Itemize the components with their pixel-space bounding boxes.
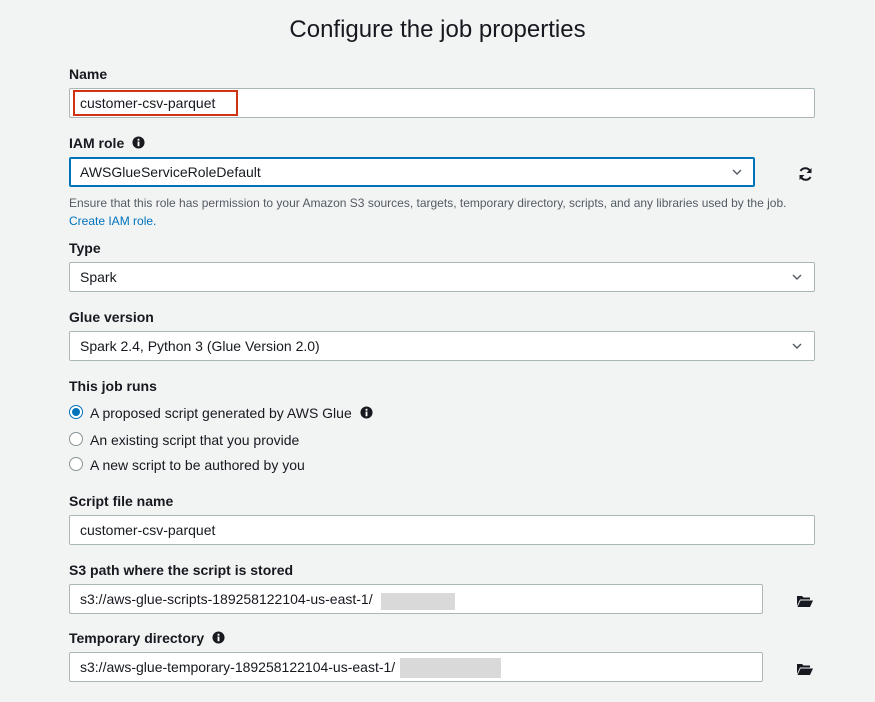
redacted-area [381,593,455,610]
iam-role-label: IAM role [69,135,145,151]
radio-label: A new script to be authored by you [90,457,305,473]
s3-path-input-value: s3://aws-glue-scripts-189258122104-us-ea… [80,591,373,607]
type-select[interactable]: Spark [69,262,815,292]
chevron-down-icon [792,343,802,349]
iam-role-select-value: AWSGlueServiceRoleDefault [80,164,261,180]
type-select-value: Spark [80,269,117,285]
temp-dir-label-text: Temporary directory [69,630,205,646]
info-icon[interactable] [360,406,373,419]
iam-role-select[interactable]: AWSGlueServiceRoleDefault [69,157,755,187]
iam-role-label-text: IAM role [69,135,125,151]
create-iam-role-link[interactable]: Create IAM role. [69,214,156,228]
s3-path-label: S3 path where the script is stored [69,562,294,578]
script-file-input-value: customer-csv-parquet [80,522,216,538]
radio-button[interactable] [69,457,83,471]
folder-open-icon[interactable] [796,593,814,609]
radio-button-checked[interactable] [69,405,83,419]
folder-open-icon[interactable] [796,661,814,677]
glue-version-select-value: Spark 2.4, Python 3 (Glue Version 2.0) [80,338,320,354]
radio-label: An existing script that you provide [90,432,300,448]
glue-version-select[interactable]: Spark 2.4, Python 3 (Glue Version 2.0) [69,331,815,361]
name-label: Name [69,66,108,82]
radio-button[interactable] [69,432,83,446]
chevron-down-icon [792,274,802,280]
info-icon[interactable] [132,136,145,149]
iam-role-help-text: Ensure that this role has permission to … [69,196,787,210]
chevron-down-icon [732,169,742,175]
job-runs-label: This job runs [69,378,157,394]
radio-label: A proposed script generated by AWS Glue [90,404,373,422]
page-title: Configure the job properties [289,16,586,43]
temp-dir-input-value: s3://aws-glue-temporary-189258122104-us-… [80,659,396,675]
script-file-label: Script file name [69,493,174,509]
refresh-icon[interactable] [797,166,814,182]
name-highlight-box [73,90,238,116]
info-icon[interactable] [212,631,225,644]
type-label: Type [69,240,101,256]
redacted-area [400,658,501,678]
glue-version-label: Glue version [69,309,154,325]
temp-dir-label: Temporary directory [69,630,225,646]
script-file-input[interactable]: customer-csv-parquet [69,515,815,545]
